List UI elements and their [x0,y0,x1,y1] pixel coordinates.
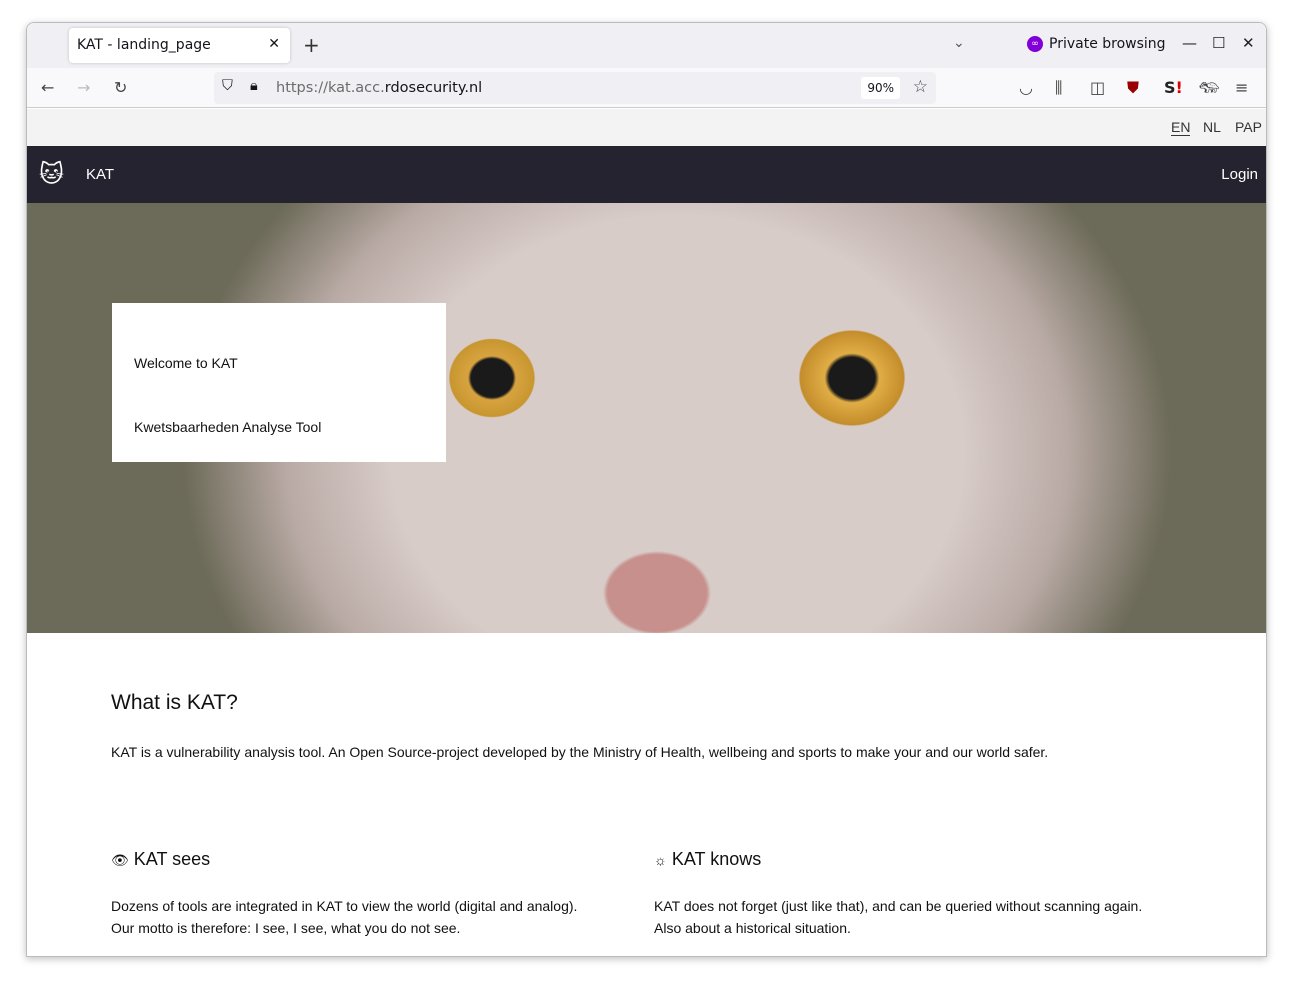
top-navbar: 🐱︎ KAT Login [27,146,1266,203]
maximize-icon[interactable]: ☐ [1212,34,1225,52]
browser-window: KAT - landing_page ✕ + ⌄ ∞ Private browsin… [26,22,1267,957]
about-heading: What is KAT? [111,691,238,714]
library-icon[interactable]: ⫼ [1055,78,1062,98]
feature-knows-heading: ☼ KAT knows [654,849,762,869]
language-bar: EN NL PAP [27,109,1266,146]
mask-icon: ∞ [1027,36,1043,52]
pocket-icon[interactable]: ◡ [1019,78,1033,97]
brand-link[interactable]: KAT [86,166,114,183]
menu-icon[interactable]: ≡ [1235,78,1248,97]
extension-s-icon[interactable]: S! [1164,78,1183,97]
url-domain: rdosecurity.nl [384,80,483,96]
nav-toolbar: ← → ↻ ⛉ 🔒︎ https://kat.acc.rdosecurity.n… [27,68,1266,108]
zoom-level[interactable]: 90% [861,77,900,99]
minimize-icon[interactable]: — [1182,34,1197,52]
feature-sees-text: Dozens of tools are integrated in KAT to… [111,898,578,936]
reload-icon[interactable]: ↻ [114,78,127,97]
url-bar[interactable]: ⛉ 🔒︎ https://kat.acc.rdosecurity.nl 90% … [214,72,936,104]
cat-logo-icon[interactable]: 🐱︎ [39,160,64,189]
close-window-icon[interactable]: ✕ [1242,34,1255,52]
url-prefix: https://kat.acc. [276,80,385,96]
welcome-card: Welcome to KAT Kwetsbaarheden Analyse To… [112,303,446,462]
extension-badger-icon[interactable]: 🦡︎ [1199,78,1219,97]
feature-knows-text: KAT does not forget (just like that), an… [654,898,1143,936]
shield-icon[interactable]: ⛉ [222,78,233,94]
back-icon[interactable]: ← [41,78,54,97]
tab-title: KAT - landing_page [77,37,211,53]
welcome-subtitle: Kwetsbaarheden Analyse Tool [134,419,322,435]
bookmark-star-icon[interactable]: ☆ [913,77,928,97]
close-tab-icon[interactable]: ✕ [268,36,280,52]
forward-icon[interactable]: → [77,78,90,97]
tab-active[interactable]: KAT - landing_page ✕ [69,28,290,63]
eye-icon: 👁︎ [111,852,129,868]
feature-sees-heading: 👁︎ KAT sees [111,849,211,869]
tab-bar: KAT - landing_page ✕ + ⌄ ∞ Private browsin… [27,23,1266,68]
private-browsing-indicator: ∞ Private browsing [1027,36,1166,52]
login-link[interactable]: Login [1221,166,1258,183]
hero-cat-image: Welcome to KAT Kwetsbaarheden Analyse To… [27,203,1266,633]
about-text: KAT is a vulnerability analysis tool. An… [111,744,1049,760]
new-tab-icon[interactable]: + [303,33,320,57]
lightbulb-icon: ☼ [654,852,667,868]
lock-icon[interactable]: 🔒︎ [250,78,258,94]
private-label: Private browsing [1049,36,1166,52]
lang-nl[interactable]: NL [1203,119,1221,135]
welcome-title: Welcome to KAT [134,355,238,371]
ublock-icon[interactable]: ⛊ [1127,78,1139,98]
lang-en[interactable]: EN [1171,119,1191,136]
lang-pap[interactable]: PAP [1235,119,1262,135]
chevron-down-icon[interactable]: ⌄ [953,35,965,51]
sidebar-icon[interactable]: ◫ [1090,78,1105,97]
